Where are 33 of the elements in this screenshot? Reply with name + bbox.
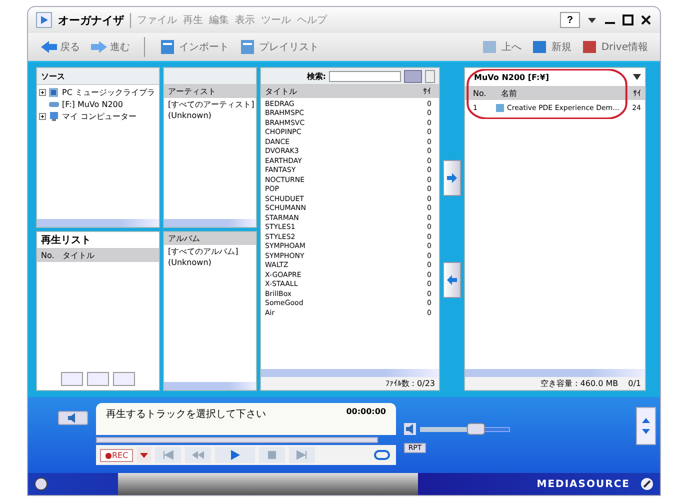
time-display: 00:00:00 bbox=[346, 407, 386, 418]
toolbar-button[interactable]: Drive情報 bbox=[579, 39, 650, 55]
search-label: 検索: bbox=[306, 70, 326, 82]
window-title: オーガナイザ bbox=[58, 12, 131, 28]
tree-item[interactable]: [F:] MuVo N200 bbox=[62, 100, 123, 108]
toolbar-button[interactable]: プレイリスト bbox=[237, 39, 321, 55]
brand-logo: MEDIASOURCE bbox=[536, 478, 630, 490]
tree-item[interactable]: マイ コンピューター bbox=[62, 110, 137, 122]
column-header[interactable]: タイトル bbox=[58, 250, 98, 260]
list-item[interactable]: [すべてのアルバム] bbox=[164, 246, 256, 256]
tree-item[interactable]: PC ミュージックライブラ bbox=[62, 86, 155, 98]
toolbar-button[interactable]: 上へ bbox=[479, 39, 524, 55]
device-selector[interactable]: MuVo N200 [F:¥] bbox=[474, 72, 549, 82]
column-header[interactable]: 名前 bbox=[497, 88, 611, 99]
status-message: 再生するトラックを選択して下さい bbox=[106, 408, 266, 422]
toolbar-button[interactable]: 新規 bbox=[529, 39, 574, 55]
panel-title: ソース bbox=[37, 68, 159, 85]
toolbar-button[interactable]: 戻る bbox=[38, 39, 82, 55]
toolbar-button[interactable]: インポート bbox=[157, 39, 231, 55]
record-button[interactable]: ●REC bbox=[100, 448, 134, 462]
column-header[interactable]: ｻｲ bbox=[611, 89, 645, 98]
column-header[interactable]: タイトル bbox=[261, 86, 423, 97]
file-count: 0/1 bbox=[628, 379, 641, 388]
file-count: ﾌｧｲﾙ数 : 0/23 bbox=[385, 378, 435, 389]
list-item[interactable]: [すべてのアーティスト] bbox=[164, 99, 256, 110]
help-button[interactable]: ? bbox=[560, 12, 580, 28]
toolbar-button[interactable]: 進む bbox=[88, 39, 132, 55]
list-item[interactable]: (Unknown) bbox=[164, 110, 256, 121]
list-item[interactable]: (Unknown) bbox=[164, 256, 256, 268]
column-header[interactable]: No. bbox=[37, 250, 58, 260]
free-space: 空き容量 : 460.0 MB bbox=[540, 378, 618, 389]
column-header[interactable]: ｻｲ bbox=[423, 87, 439, 96]
column-header[interactable]: No. bbox=[465, 89, 497, 98]
